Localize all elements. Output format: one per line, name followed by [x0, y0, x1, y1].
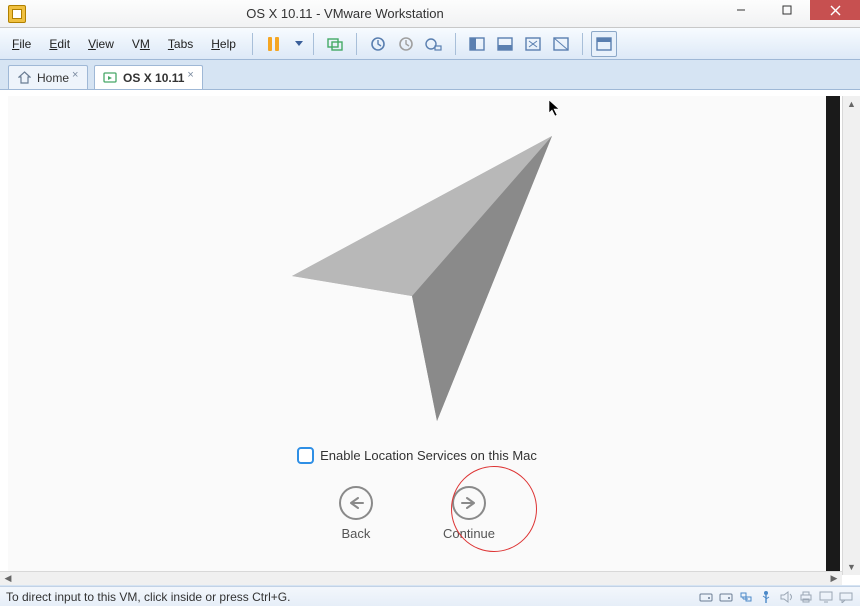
location-services-checkbox[interactable]: [297, 447, 314, 464]
tabs-bar: Home × OS X 10.11 ×: [0, 60, 860, 90]
scroll-track[interactable]: [16, 572, 826, 585]
continue-button[interactable]: Continue: [443, 486, 495, 541]
minimize-button[interactable]: [718, 0, 764, 20]
arrow-left-icon: [339, 486, 373, 520]
separator: [252, 33, 253, 55]
content-area: Enable Location Services on this Mac Bac…: [0, 90, 860, 586]
disk-icon[interactable]: [718, 590, 734, 604]
fullscreen-button[interactable]: [548, 31, 574, 57]
menu-tabs[interactable]: Tabs: [160, 33, 201, 55]
location-services-row: Enable Location Services on this Mac: [297, 447, 537, 464]
menu-file[interactable]: File: [4, 33, 39, 55]
back-label: Back: [342, 526, 371, 541]
mac-setup-screen: Enable Location Services on this Mac Bac…: [8, 96, 826, 575]
printer-icon[interactable]: [798, 590, 814, 604]
scroll-track[interactable]: [843, 112, 860, 559]
menu-toolbar: File Edit View VM Tabs Help: [0, 28, 860, 60]
display-icon[interactable]: [818, 590, 834, 604]
snapshot-revert-button[interactable]: [393, 31, 419, 57]
show-console-button[interactable]: [492, 31, 518, 57]
maximize-button[interactable]: [764, 0, 810, 20]
separator: [455, 33, 456, 55]
unity-button[interactable]: [591, 31, 617, 57]
tab-vm-osx[interactable]: OS X 10.11 ×: [94, 65, 203, 89]
status-icons: [698, 590, 854, 604]
usb-icon[interactable]: [758, 590, 774, 604]
vm-tab-icon: [103, 71, 117, 85]
pause-vm-button[interactable]: [261, 31, 287, 57]
scroll-left-icon[interactable]: ◀: [0, 573, 16, 584]
scroll-down-icon[interactable]: ▼: [847, 559, 856, 575]
app-icon: [8, 5, 26, 23]
message-icon[interactable]: [838, 590, 854, 604]
menu-vm[interactable]: VM: [124, 33, 158, 55]
location-services-label: Enable Location Services on this Mac: [320, 448, 537, 463]
sound-icon[interactable]: [778, 590, 794, 604]
continue-label: Continue: [443, 526, 495, 541]
snapshot-manager-button[interactable]: [421, 31, 447, 57]
tab-home[interactable]: Home ×: [8, 65, 88, 89]
location-arrow-icon: [262, 126, 572, 429]
network-icon[interactable]: [738, 590, 754, 604]
menu-view[interactable]: View: [80, 33, 122, 55]
separator: [356, 33, 357, 55]
stretch-guest-button[interactable]: [520, 31, 546, 57]
send-ctrl-alt-del-button[interactable]: [322, 31, 348, 57]
status-message: To direct input to this VM, click inside…: [6, 590, 698, 604]
close-button[interactable]: [810, 0, 860, 20]
vertical-scrollbar[interactable]: ▲ ▼: [842, 96, 860, 575]
close-tab-icon[interactable]: ×: [187, 70, 197, 80]
scroll-up-icon[interactable]: ▲: [847, 96, 856, 112]
window-titlebar: OS X 10.11 - VMware Workstation: [0, 0, 860, 28]
arrow-right-icon: [452, 486, 486, 520]
vm-display[interactable]: Enable Location Services on this Mac Bac…: [8, 96, 826, 575]
setup-nav-row: Back Continue: [339, 486, 495, 541]
horizontal-scrollbar[interactable]: ◀ ▶: [0, 571, 842, 585]
console-view-button[interactable]: [464, 31, 490, 57]
disk-icon[interactable]: [698, 590, 714, 604]
status-bar: To direct input to this VM, click inside…: [0, 586, 860, 606]
vm-overscan-strip: [826, 96, 840, 575]
close-tab-icon[interactable]: ×: [72, 70, 82, 80]
menu-help[interactable]: Help: [203, 33, 244, 55]
separator: [313, 33, 314, 55]
back-button[interactable]: Back: [339, 486, 373, 541]
pause-vm-dropdown[interactable]: [289, 31, 305, 57]
tab-label: OS X 10.11: [123, 71, 184, 85]
home-icon: [17, 71, 31, 85]
menu-edit[interactable]: Edit: [41, 33, 78, 55]
scroll-right-icon[interactable]: ▶: [826, 573, 842, 584]
window-title: OS X 10.11 - VMware Workstation: [32, 6, 718, 21]
separator: [582, 33, 583, 55]
snapshot-take-button[interactable]: [365, 31, 391, 57]
tab-label: Home: [37, 71, 69, 85]
